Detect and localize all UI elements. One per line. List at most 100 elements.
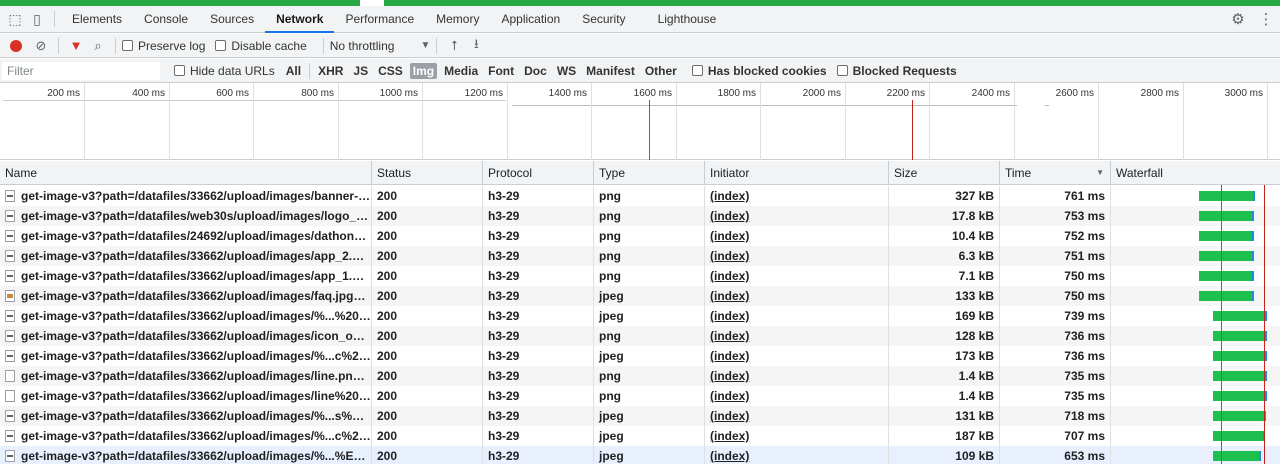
filter-type-font[interactable]: Font: [485, 63, 517, 79]
tab-network[interactable]: Network: [265, 6, 335, 33]
inspect-element-icon[interactable]: ⬚: [4, 6, 26, 32]
checkbox-box[interactable]: [215, 40, 227, 51]
request-name-cell[interactable]: get-image-v3?path=/datafiles/33662/uploa…: [0, 266, 372, 286]
throttling-select[interactable]: No throttling ▼: [330, 39, 431, 53]
table-row[interactable]: get-image-v3?path=/datafiles/33662/uploa…: [0, 326, 1280, 346]
filter-type-all[interactable]: All: [283, 63, 304, 79]
request-initiator-cell[interactable]: (index): [705, 286, 889, 306]
waterfall-cell[interactable]: [1112, 206, 1280, 226]
waterfall-cell[interactable]: [1112, 346, 1280, 366]
tab-application[interactable]: Application: [490, 6, 571, 32]
hide-data-urls-checkbox[interactable]: Hide data URLs: [174, 64, 275, 78]
filter-type-img[interactable]: Img: [409, 62, 438, 79]
filter-type-manifest[interactable]: Manifest: [583, 63, 638, 79]
request-initiator-cell[interactable]: (index): [705, 386, 889, 406]
table-row[interactable]: get-image-v3?path=/datafiles/web30s/uplo…: [0, 206, 1280, 226]
column-header-type[interactable]: Type: [594, 161, 705, 185]
table-row[interactable]: get-image-v3?path=/datafiles/33662/uploa…: [0, 186, 1280, 206]
table-row[interactable]: get-image-v3?path=/datafiles/33662/uploa…: [0, 306, 1280, 326]
checkbox-box[interactable]: [691, 65, 703, 76]
request-name-cell[interactable]: get-image-v3?path=/datafiles/33662/uploa…: [0, 326, 372, 346]
request-initiator-cell[interactable]: (index): [705, 346, 889, 366]
request-name-cell[interactable]: get-image-v3?path=/datafiles/33662/uploa…: [0, 286, 372, 306]
filter-type-media[interactable]: Media: [441, 63, 481, 79]
table-row[interactable]: get-image-v3?path=/datafiles/33662/uploa…: [0, 286, 1280, 306]
request-name-cell[interactable]: get-image-v3?path=/datafiles/33662/uploa…: [0, 246, 372, 266]
column-header-protocol[interactable]: Protocol: [483, 161, 594, 185]
request-name-cell[interactable]: get-image-v3?path=/datafiles/33662/uploa…: [0, 426, 372, 446]
clear-icon[interactable]: ⊘: [30, 38, 52, 54]
waterfall-cell[interactable]: [1112, 386, 1280, 406]
filter-type-css[interactable]: CSS: [375, 63, 406, 79]
search-icon[interactable]: ⌕: [87, 38, 109, 54]
tab-sources[interactable]: Sources: [199, 6, 265, 32]
import-har-icon[interactable]: ⭡: [443, 38, 465, 54]
request-initiator-cell[interactable]: (index): [705, 326, 889, 346]
checkbox-box[interactable]: [836, 65, 848, 76]
waterfall-cell[interactable]: [1112, 286, 1280, 306]
column-header-name[interactable]: Name: [0, 161, 372, 185]
request-initiator-cell[interactable]: (index): [705, 226, 889, 246]
gear-icon[interactable]: ⚙: [1224, 10, 1252, 28]
waterfall-cell[interactable]: [1112, 406, 1280, 426]
request-initiator-cell[interactable]: (index): [705, 186, 889, 206]
request-initiator-cell[interactable]: (index): [705, 366, 889, 386]
request-initiator-cell[interactable]: (index): [705, 406, 889, 426]
table-row[interactable]: get-image-v3?path=/datafiles/33662/uploa…: [0, 366, 1280, 386]
column-header-time[interactable]: Time ▼: [1000, 161, 1111, 185]
column-header-size[interactable]: Size: [889, 161, 1000, 185]
tab-security[interactable]: Security: [571, 6, 636, 32]
checkbox-box[interactable]: [122, 40, 133, 51]
filter-type-js[interactable]: JS: [350, 63, 371, 79]
request-name-cell[interactable]: get-image-v3?path=/datafiles/33662/uploa…: [0, 306, 372, 326]
record-button[interactable]: [10, 39, 22, 52]
table-row[interactable]: get-image-v3?path=/datafiles/33662/uploa…: [0, 406, 1280, 426]
device-toolbar-icon[interactable]: ▯: [26, 6, 48, 32]
network-overview[interactable]: 200 ms 400 ms 600 ms 800 ms 1000 ms 1200 ms 14…: [0, 83, 1280, 160]
tab-performance[interactable]: Performance: [334, 6, 425, 32]
filter-input[interactable]: Filter: [2, 61, 160, 80]
request-initiator-cell[interactable]: (index): [705, 246, 889, 266]
filter-icon[interactable]: ▼: [65, 38, 87, 53]
request-initiator-cell[interactable]: (index): [705, 446, 889, 464]
disable-cache-checkbox[interactable]: Disable cache: [215, 39, 307, 53]
filter-type-doc[interactable]: Doc: [521, 63, 550, 79]
tab-console[interactable]: Console: [133, 6, 199, 32]
waterfall-cell[interactable]: [1112, 446, 1280, 464]
more-options-icon[interactable]: ⋮: [1252, 10, 1280, 28]
table-row[interactable]: get-image-v3?path=/datafiles/33662/uploa…: [0, 446, 1280, 464]
column-header-waterfall[interactable]: Waterfall: [1111, 161, 1280, 185]
filter-type-other[interactable]: Other: [642, 63, 680, 79]
request-initiator-cell[interactable]: (index): [705, 306, 889, 326]
column-header-initiator[interactable]: Initiator: [705, 161, 889, 185]
has-blocked-cookies-checkbox[interactable]: Has blocked cookies: [691, 64, 827, 78]
waterfall-cell[interactable]: [1112, 186, 1280, 206]
request-initiator-cell[interactable]: (index): [705, 266, 889, 286]
export-har-icon[interactable]: ⭳: [465, 35, 487, 57]
request-name-cell[interactable]: get-image-v3?path=/datafiles/24692/uploa…: [0, 226, 372, 246]
request-name-cell[interactable]: get-image-v3?path=/datafiles/33662/uploa…: [0, 446, 372, 464]
table-row[interactable]: get-image-v3?path=/datafiles/33662/uploa…: [0, 346, 1280, 366]
table-row[interactable]: get-image-v3?path=/datafiles/33662/uploa…: [0, 246, 1280, 266]
table-row[interactable]: get-image-v3?path=/datafiles/33662/uploa…: [0, 426, 1280, 446]
tab-memory[interactable]: Memory: [425, 6, 490, 32]
table-row[interactable]: get-image-v3?path=/datafiles/33662/uploa…: [0, 266, 1280, 286]
waterfall-cell[interactable]: [1112, 426, 1280, 446]
request-name-cell[interactable]: get-image-v3?path=/datafiles/33662/uploa…: [0, 186, 372, 206]
blocked-requests-checkbox[interactable]: Blocked Requests: [836, 64, 957, 78]
filter-type-xhr[interactable]: XHR: [315, 63, 346, 79]
request-name-cell[interactable]: get-image-v3?path=/datafiles/33662/uploa…: [0, 346, 372, 366]
table-row[interactable]: get-image-v3?path=/datafiles/24692/uploa…: [0, 226, 1280, 246]
request-initiator-cell[interactable]: (index): [705, 426, 889, 446]
waterfall-cell[interactable]: [1112, 366, 1280, 386]
preserve-log-checkbox[interactable]: Preserve log: [122, 39, 205, 53]
tab-elements[interactable]: Elements: [61, 6, 133, 32]
request-name-cell[interactable]: get-image-v3?path=/datafiles/web30s/uplo…: [0, 206, 372, 226]
tab-lighthouse[interactable]: Lighthouse: [647, 6, 728, 32]
waterfall-cell[interactable]: [1112, 226, 1280, 246]
waterfall-cell[interactable]: [1112, 326, 1280, 346]
waterfall-cell[interactable]: [1112, 306, 1280, 326]
table-row[interactable]: get-image-v3?path=/datafiles/33662/uploa…: [0, 386, 1280, 406]
column-header-status[interactable]: Status: [372, 161, 483, 185]
filter-type-ws[interactable]: WS: [554, 63, 579, 79]
